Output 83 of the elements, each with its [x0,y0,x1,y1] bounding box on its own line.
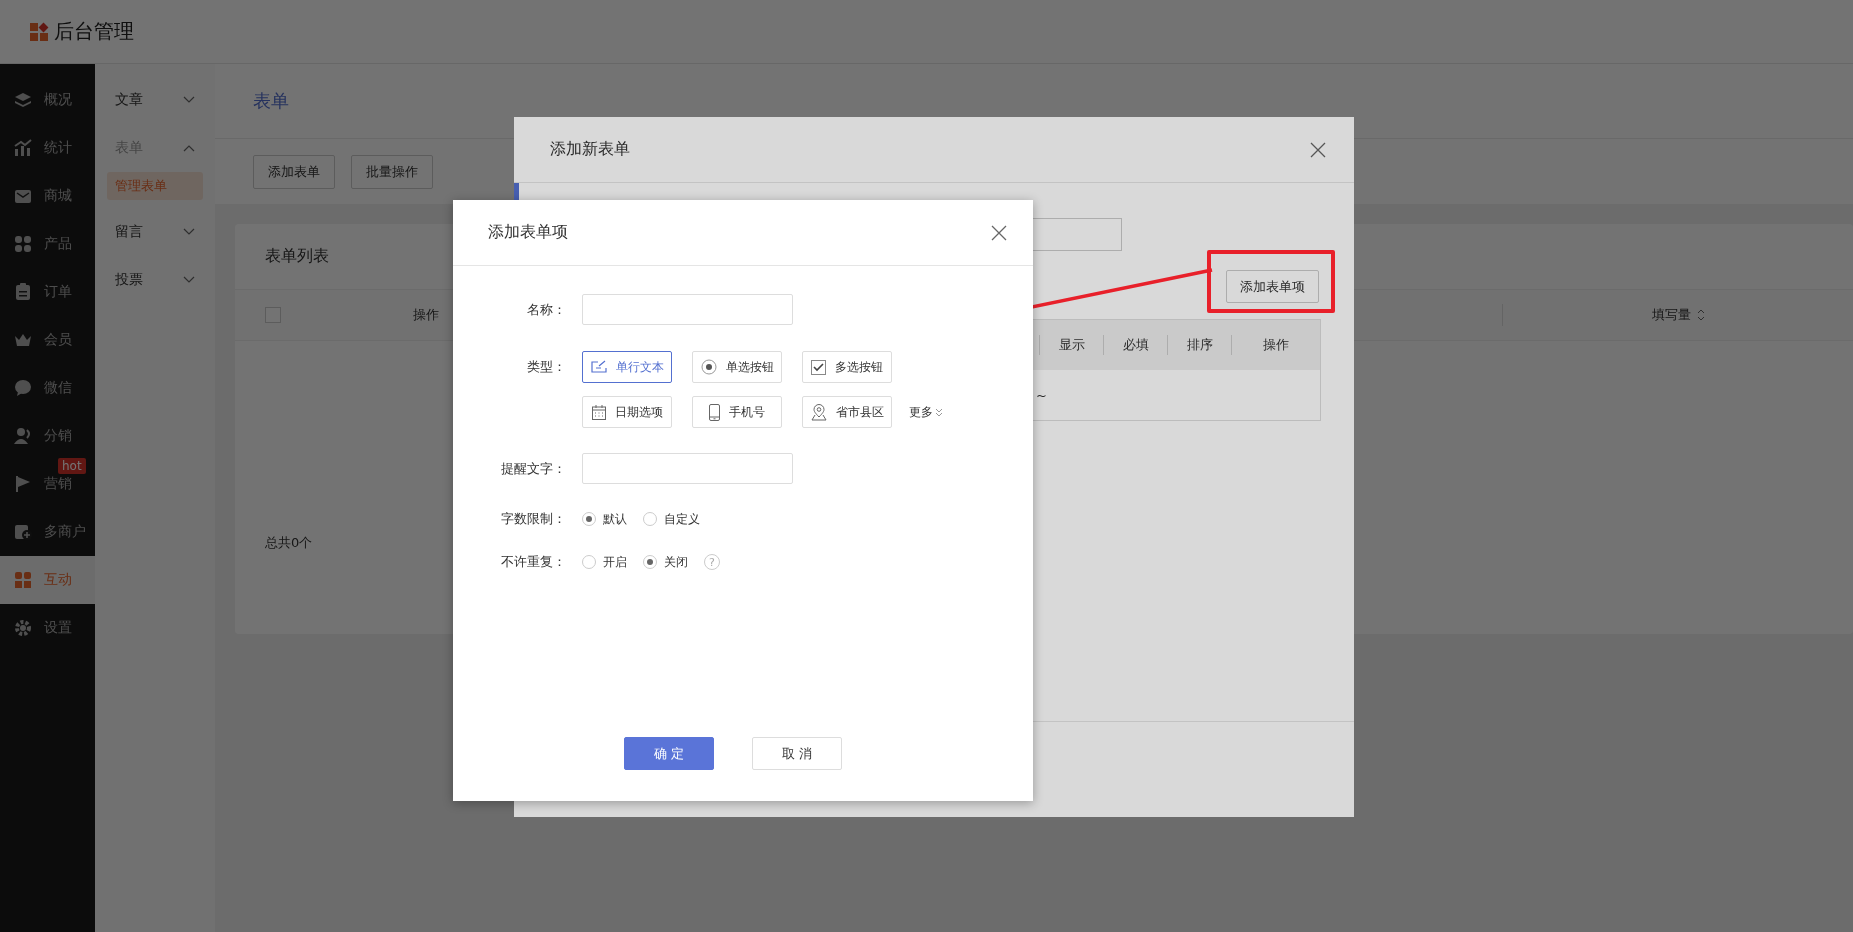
empty-text: ~ [1036,387,1047,403]
input-field[interactable] [582,294,793,325]
toolbar-button[interactable]: 添加表单 [253,154,335,189]
nav-item[interactable]: 分销 [0,412,95,460]
sort-icon[interactable] [1696,309,1705,321]
edit-icon [590,360,607,374]
submenu-item[interactable]: 文章 [95,76,215,124]
location-pin-icon [810,403,827,421]
field-label: 名称： [526,301,567,319]
radio-label: 开启 [603,553,627,571]
radio-button[interactable] [582,512,596,526]
store-icon [14,523,32,541]
total-count: 总共0个 [265,534,313,552]
column-header: 操作 [413,306,439,324]
nav-item[interactable]: 设置 [0,604,95,652]
nav-item[interactable]: hot 营销 [0,460,95,508]
radio-icon [700,359,717,375]
nav-item[interactable]: 订单 [0,268,95,316]
nav-item[interactable]: 互动 [0,556,95,604]
field-label: 字数限制： [500,510,567,528]
submenu-item[interactable]: 投票 [95,256,215,304]
type-option[interactable]: 多选按钮 [802,351,892,383]
submenu-item[interactable]: 留言 [95,208,215,256]
column-header: 显示 [1039,335,1103,355]
radio-label: 自定义 [664,510,700,528]
phone-icon [709,403,720,421]
submenu-link[interactable]: 管理表单 [107,172,203,200]
people-icon [14,427,32,445]
radio-label: 关闭 [664,553,688,571]
flag-icon [14,475,32,493]
gear-icon [14,619,32,637]
type-option[interactable]: 手机号 [692,396,782,428]
chevron-down-icon [183,276,195,284]
radio-button[interactable] [582,555,596,569]
page-title: 表单 [253,89,289,113]
nav-item[interactable]: 微信 [0,364,95,412]
input-field[interactable] [582,453,793,484]
type-option[interactable]: 省市县区 [802,396,892,428]
chevron-down-icon [183,228,195,236]
checkbox-icon [811,359,826,375]
column-header: 必填 [1103,335,1167,355]
envelope-icon [14,187,32,205]
chevron-up-icon [183,144,195,152]
calendar-icon [591,404,606,420]
grid-icon [14,235,32,253]
card-title: 表单列表 [265,246,329,267]
double-chevron-icon [935,407,943,417]
column-header: 填写量 [1651,306,1691,324]
field-label: 不许重复： [500,553,567,571]
cancel-button[interactable]: 取 消 [752,737,842,770]
radio-button[interactable] [643,555,657,569]
chart-icon [14,139,32,157]
field-label: 提醒文字： [500,460,567,478]
radio-button[interactable] [643,512,657,526]
column-header: 操作 [1231,335,1320,355]
type-option[interactable]: 单选按钮 [692,351,782,383]
nav-item[interactable]: 会员 [0,316,95,364]
close-icon[interactable] [1310,141,1326,158]
chevron-down-icon [183,96,195,104]
dialog-title: 添加表单项 [488,222,568,243]
logo-icon [30,21,50,42]
more-link[interactable]: 更多 [909,403,933,421]
field-label: 类型： [526,358,567,376]
nav-item[interactable]: 概况 [0,76,95,124]
chat-bubble-icon [14,379,32,397]
dialog-title: 添加新表单 [550,139,630,160]
type-option[interactable]: 日期选项 [582,396,672,428]
confirm-button[interactable]: 确 定 [624,737,714,770]
grid-icon [14,571,32,589]
radio-label: 默认 [603,510,627,528]
nav-item[interactable]: 多商户 [0,508,95,556]
clipboard-icon [14,283,32,301]
layers-icon [14,91,32,109]
nav-item[interactable]: 产品 [0,220,95,268]
add-item-button[interactable]: 添加表单项 [1226,270,1319,303]
hot-badge: hot [58,458,86,474]
toolbar-button[interactable]: 批量操作 [351,154,433,189]
nav-item[interactable]: 商城 [0,172,95,220]
app-title: 后台管理 [54,18,134,45]
nav-item[interactable]: 统计 [0,124,95,172]
column-header: 排序 [1167,335,1231,355]
close-icon[interactable] [991,224,1007,241]
type-option[interactable]: 单行文本 [582,351,672,383]
